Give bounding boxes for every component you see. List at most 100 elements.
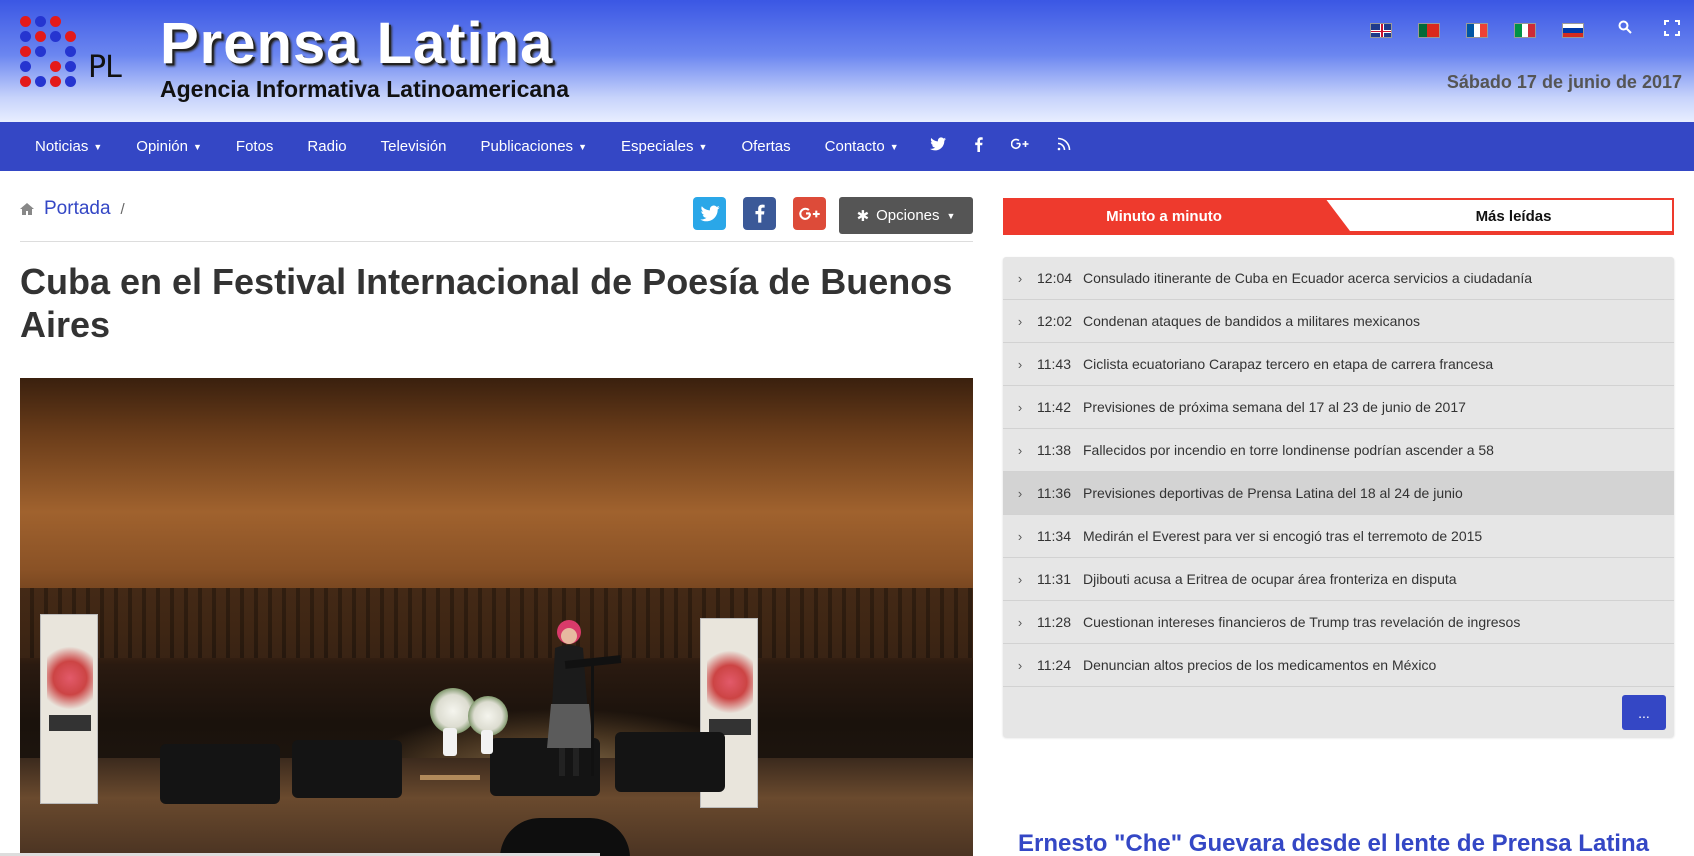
armchair xyxy=(615,732,725,792)
stage-monitor xyxy=(500,818,630,856)
nav-label: Especiales xyxy=(620,138,694,155)
nav-label: Ofertas xyxy=(741,138,791,155)
news-time: 11:36 xyxy=(1037,485,1071,501)
poet-speaker xyxy=(547,620,593,776)
coffee-table xyxy=(420,775,480,780)
portuguese-flag-icon[interactable] xyxy=(1418,23,1440,38)
nav-item-radio[interactable]: Radio xyxy=(290,138,363,155)
twitter-share-button[interactable] xyxy=(693,197,726,230)
chevron-right-icon: › xyxy=(1017,399,1023,415)
news-headline[interactable]: Previsiones deportivas de Prensa Latina … xyxy=(1079,485,1674,501)
home-icon[interactable] xyxy=(20,203,34,215)
nav-item-contacto[interactable]: Contacto ▼ xyxy=(808,138,916,155)
news-item[interactable]: › 11:42 Previsiones de próxima semana del … xyxy=(1003,386,1674,429)
options-dropdown-button[interactable]: ✱ Opciones ▼ xyxy=(839,197,973,234)
google-plus-icon xyxy=(798,207,820,220)
nav-item-television[interactable]: Televisión xyxy=(364,138,464,155)
google-plus-icon[interactable] xyxy=(997,137,1043,156)
news-headline[interactable]: Cuestionan intereses financieros de Trum… xyxy=(1079,614,1674,630)
chevron-right-icon: › xyxy=(1017,614,1023,630)
news-time: 11:28 xyxy=(1037,614,1071,630)
site-title[interactable]: Prensa Latina xyxy=(160,10,553,77)
nav-item-publicaciones[interactable]: Publicaciones ▼ xyxy=(464,138,604,155)
tab-minuto-a-minuto[interactable]: Minuto a minuto xyxy=(1003,198,1353,235)
news-item[interactable]: › 12:04 Consulado itinerante de Cuba en Ec… xyxy=(1003,257,1674,300)
site-subtitle: Agencia Informativa Latinoamericana xyxy=(160,76,570,102)
more-news-button[interactable]: ... xyxy=(1622,695,1666,730)
promo-heading-link[interactable]: Ernesto "Che" Guevara desde el lente de … xyxy=(1018,830,1649,856)
news-time: 12:04 xyxy=(1037,270,1073,286)
gear-icon: ✱ xyxy=(856,207,870,225)
breadcrumb-home-link[interactable]: Portada xyxy=(44,198,111,220)
news-item[interactable]: › 12:02 Condenan ataques de bandidos a mil… xyxy=(1003,300,1674,343)
news-headline[interactable]: Condenan ataques de bandidos a militares… xyxy=(1079,313,1674,329)
article-title: Cuba en el Festival Internacional de Poe… xyxy=(20,261,953,345)
breadcrumb-divider xyxy=(20,241,973,242)
news-headline[interactable]: Medirán el Everest para ver si encogió t… xyxy=(1079,528,1674,544)
chevron-down-icon: ▼ xyxy=(578,141,587,152)
flower-vase xyxy=(443,728,457,756)
news-headline[interactable]: Previsiones de próxima semana del 17 al … xyxy=(1079,399,1674,415)
chevron-right-icon: › xyxy=(1017,571,1023,587)
caret-down-icon: ▼ xyxy=(946,210,956,221)
nav-label: Publicaciones xyxy=(480,138,574,155)
chevron-down-icon: ▼ xyxy=(889,141,899,152)
music-stand-pole xyxy=(591,666,594,776)
news-item[interactable]: › 11:31 Djibouti acusa a Eritrea de ocupar… xyxy=(1003,558,1674,601)
news-item[interactable]: › 11:28 Cuestionan intereses financieros d… xyxy=(1003,601,1674,644)
nav-item-especiales[interactable]: Especiales ▼ xyxy=(604,138,724,155)
news-item[interactable]: › 11:24 Denuncian altos precios de los med… xyxy=(1003,644,1674,687)
chevron-down-icon: ▼ xyxy=(93,141,103,152)
nav-label: Fotos xyxy=(235,138,274,155)
facebook-icon[interactable] xyxy=(960,136,997,157)
news-headline[interactable]: Denuncian altos precios de los medicamen… xyxy=(1079,657,1674,673)
breadcrumb: Portada / xyxy=(20,198,125,220)
googleplus-share-button[interactable] xyxy=(793,197,826,230)
twitter-icon[interactable] xyxy=(916,137,960,156)
chevron-right-icon: › xyxy=(1017,270,1023,286)
facebook-share-button[interactable] xyxy=(743,197,776,230)
chevron-right-icon: › xyxy=(1017,657,1023,673)
rss-icon[interactable] xyxy=(1043,137,1085,156)
nav-item-fotos[interactable]: Fotos xyxy=(219,138,291,155)
logo-text: PL xyxy=(88,50,122,85)
tab-mas-leidas[interactable]: Más leídas xyxy=(1353,198,1674,235)
search-icon[interactable] xyxy=(1618,20,1632,39)
news-time: 11:31 xyxy=(1037,571,1071,587)
news-item[interactable]: › 11:43 Ciclista ecuatoriano Carapaz terce… xyxy=(1003,343,1674,386)
nav-label: Noticias xyxy=(35,138,89,155)
news-headline[interactable]: Fallecidos por incendio en torre londine… xyxy=(1079,442,1674,458)
nav-label: Contacto xyxy=(824,138,885,155)
news-headline[interactable]: Consulado itinerante de Cuba en Ecuador … xyxy=(1079,270,1674,286)
news-time: 11:24 xyxy=(1037,657,1071,673)
chevron-right-icon: › xyxy=(1017,528,1023,544)
article-photo[interactable] xyxy=(20,378,973,856)
chevron-right-icon: › xyxy=(1017,442,1023,458)
french-flag-icon[interactable] xyxy=(1466,23,1488,38)
nav-item-ofertas[interactable]: Ofertas xyxy=(724,138,807,155)
chevron-right-icon: › xyxy=(1017,356,1023,372)
news-time: 11:34 xyxy=(1037,528,1071,544)
site-header: PL Prensa Latina Agencia Informativa Lat… xyxy=(0,0,1694,122)
chevron-right-icon: › xyxy=(1017,485,1023,501)
latest-news-panel: › 12:04 Consulado itinerante de Cuba en Ec… xyxy=(1003,257,1674,737)
armchair xyxy=(292,740,402,798)
english-flag-icon[interactable] xyxy=(1370,23,1392,38)
news-time: 12:02 xyxy=(1037,313,1073,329)
chevron-down-icon: ▼ xyxy=(192,141,202,152)
nav-label: Televisión xyxy=(380,138,447,155)
news-item[interactable]: › 11:34 Medirán el Everest para ver si enc… xyxy=(1003,515,1674,558)
current-date: Sábado 17 de junio de 2017 xyxy=(1446,72,1682,92)
italian-flag-icon[interactable] xyxy=(1514,23,1536,38)
chevron-right-icon: › xyxy=(1017,313,1023,329)
news-item-highlighted[interactable]: › 11:36 Previsiones deportivas de Prensa L… xyxy=(1003,472,1674,515)
fullscreen-icon[interactable] xyxy=(1664,20,1680,41)
news-headline[interactable]: Ciclista ecuatoriano Carapaz tercero en … xyxy=(1079,356,1674,372)
site-logo[interactable]: PL xyxy=(18,14,128,98)
news-item[interactable]: › 11:38 Fallecidos por incendio en torre l… xyxy=(1003,429,1674,472)
news-headline[interactable]: Djibouti acusa a Eritrea de ocupar área … xyxy=(1079,571,1674,587)
news-time: 11:42 xyxy=(1037,399,1071,415)
nav-item-noticias[interactable]: Noticias ▼ xyxy=(18,138,119,155)
nav-item-opinion[interactable]: Opinión ▼ xyxy=(119,138,219,155)
russian-flag-icon[interactable] xyxy=(1562,23,1584,38)
